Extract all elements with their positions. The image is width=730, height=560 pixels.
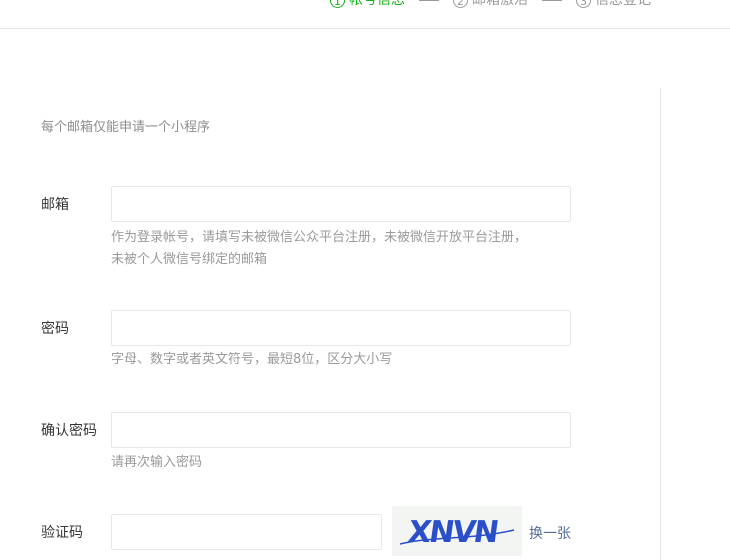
refresh-captcha-link[interactable]: 换一张 (529, 523, 571, 543)
step-number-1: 1 (330, 0, 345, 8)
confirm-password-tip: 请再次输入密码 (111, 455, 203, 470)
captcha-graphic: XNVN (399, 515, 515, 550)
step-separator (542, 0, 562, 1)
step-label: 信息登记 (595, 0, 651, 8)
password-tip: 字母、数字或者英文符号，最短8位，区分大小写 (111, 352, 393, 367)
step-number-2: 2 (453, 0, 468, 8)
step-label: 邮箱激活 (472, 0, 528, 8)
step-indicator: 1 帐号信息 2 邮箱激活 3 信息登记 (330, 0, 651, 10)
email-tip-line-2: 未被个人微信号绑定的邮箱 (111, 252, 268, 267)
password-label: 密码 (41, 321, 69, 337)
step-info-registration: 3 信息登记 (576, 0, 651, 10)
captcha-label: 验证码 (41, 525, 83, 541)
confirm-password-input[interactable] (111, 412, 571, 448)
email-label: 邮箱 (41, 197, 69, 213)
password-input[interactable] (111, 310, 571, 346)
step-account-info: 1 帐号信息 (330, 0, 405, 10)
confirm-password-label: 确认密码 (41, 423, 97, 439)
form-intro: 每个邮箱仅能申请一个小程序 (41, 120, 211, 135)
email-tip: 作为登录帐号，请填写未被微信公众平台注册，未被微信开放平台注册， 未被个人微信号… (111, 227, 581, 271)
steps-bar: 1 帐号信息 2 邮箱激活 3 信息登记 (0, 0, 730, 29)
register-page: 1 帐号信息 2 邮箱激活 3 信息登记 每个邮箱仅能申请一个小程序 邮箱 作为… (0, 0, 730, 560)
step-number-3: 3 (576, 0, 591, 8)
right-divider (660, 88, 661, 560)
email-tip-line-1: 作为登录帐号，请填写未被微信公众平台注册，未被微信开放平台注册， (111, 230, 528, 245)
captcha-text: XNVN (406, 515, 499, 550)
captcha-image[interactable]: XNVN (392, 506, 522, 556)
step-label: 帐号信息 (349, 0, 405, 8)
email-input[interactable] (111, 186, 571, 222)
captcha-input[interactable] (111, 514, 382, 550)
step-email-activation: 2 邮箱激活 (453, 0, 528, 10)
step-separator (419, 0, 439, 1)
